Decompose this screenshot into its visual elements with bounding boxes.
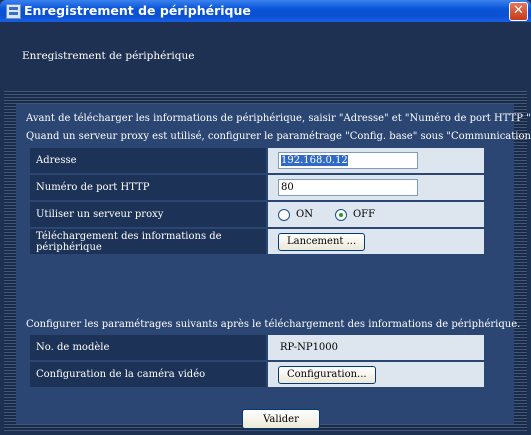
port-input[interactable]: 80 [278,179,418,196]
proxy-on-radio[interactable]: ON [278,208,313,221]
download-row: Téléchargement des informations de périp… [30,229,484,254]
proxy-off-label: OFF [352,209,376,220]
window-title: Enregistrement de périphérique [24,3,251,18]
camera-cell: Configuration... [268,362,484,387]
intro-line-2: Quand un serveur proxy est utilisé, conf… [26,131,531,142]
camera-row: Configuration de la caméra vidéo Configu… [30,362,484,387]
address-label: Adresse [30,148,266,173]
after-download-note: Configurer les paramétrages suivants apr… [26,319,521,330]
close-button[interactable]: ✕ [509,2,528,21]
address-cell: 192.168.0.12 [268,148,484,173]
camera-label: Configuration de la caméra vidéo [30,362,266,387]
port-label: Numéro de port HTTP [30,175,266,200]
model-row: No. de modèle RP-NP1000 [30,335,484,360]
proxy-label: Utiliser un serveur proxy [30,202,266,227]
radio-circle-icon [278,208,290,221]
page-subtitle: Enregistrement de périphérique [22,50,195,62]
proxy-off-radio[interactable]: OFF [334,208,376,221]
address-row: Adresse 192.168.0.12 [30,148,484,173]
proxy-on-label: ON [296,209,313,220]
title-bar[interactable]: Enregistrement de périphérique ✕ [0,0,531,22]
proxy-cell: ON OFF [268,202,484,227]
download-cell: Lancement ... [268,229,484,254]
settings-panel: Avant de télécharger les informations de… [16,104,531,429]
address-input[interactable]: 192.168.0.12 [278,152,418,169]
model-label: No. de modèle [30,335,266,360]
model-value: RP-NP1000 [268,335,484,360]
launch-button[interactable]: Lancement ... [278,232,366,251]
radio-selected-icon [334,208,347,221]
download-label: Téléchargement des informations de périp… [30,229,266,254]
app-window-icon [6,4,21,19]
valider-button[interactable]: Valider [242,409,320,429]
dialog-body: Enregistrement de périphérique Avant de … [4,22,531,435]
port-cell: 80 [268,175,484,200]
port-row: Numéro de port HTTP 80 [30,175,484,200]
intro-line-1: Avant de télécharger les informations de… [26,113,531,124]
proxy-row: Utiliser un serveur proxy ON OFF [30,202,484,227]
configuration-button[interactable]: Configuration... [278,365,376,384]
address-input-value: 192.168.0.12 [281,155,348,166]
